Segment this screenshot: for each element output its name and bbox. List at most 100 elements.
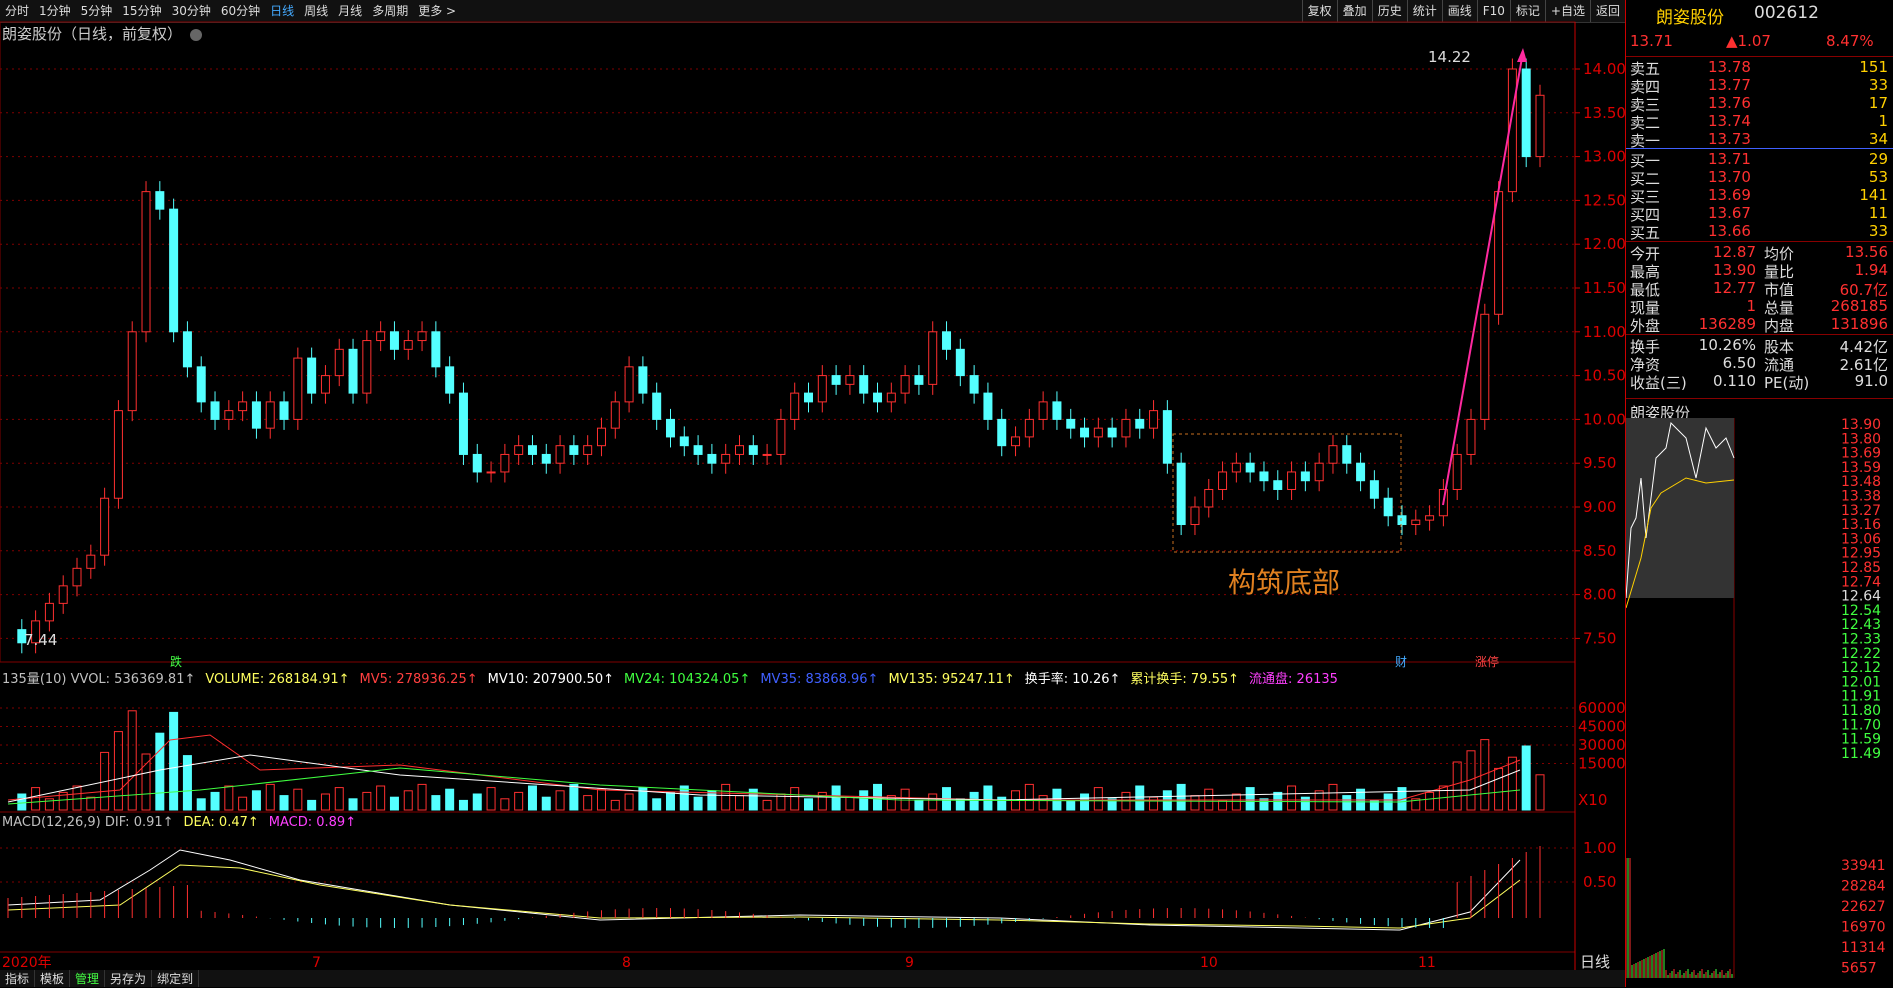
candle-body — [859, 375, 869, 394]
volume-bar — [389, 796, 399, 811]
candle-body — [376, 331, 386, 342]
stat-label: 内盘 — [1764, 317, 1795, 335]
stock-code: 002612 — [1754, 3, 1819, 23]
volume-bar — [804, 798, 814, 811]
candle-body — [734, 445, 744, 455]
volume-tick: 30000 — [1578, 736, 1625, 754]
candle-body — [914, 375, 924, 385]
candle-body — [1342, 445, 1352, 464]
volume-bar — [596, 788, 606, 811]
candle-body — [58, 585, 68, 604]
stat-value: 91.0 — [1854, 372, 1888, 390]
bottom-tabs: 指标 模板 管理 另存为 绑定到 — [0, 970, 1625, 987]
volume-bar — [928, 793, 938, 811]
volume-bar — [72, 785, 82, 811]
price-tick: 10.00 — [1583, 410, 1625, 428]
candle-body — [1300, 471, 1310, 482]
candle-body — [362, 340, 372, 394]
bottom-tab[interactable]: 指标 — [0, 970, 36, 987]
ask-volume: 34 — [1868, 130, 1888, 148]
candle-body — [942, 331, 952, 350]
indicator-value: MACD: 0.89↑ — [268, 815, 357, 830]
stat-value: 10.26% — [1698, 336, 1756, 354]
candle-body — [113, 410, 123, 499]
quote-row: 外盘 136289 内盘 131896 — [1626, 315, 1893, 335]
bottom-tab[interactable]: 绑定到 — [152, 970, 200, 987]
candle-body — [1024, 418, 1034, 438]
stat-value: 131896 — [1830, 315, 1888, 333]
candle-body — [583, 445, 593, 455]
candle-body — [928, 331, 938, 385]
price-tick: 7.50 — [1583, 629, 1616, 647]
quote-row: 买二 13.70 53 — [1626, 168, 1893, 188]
volume-bar — [445, 788, 455, 811]
ask-price: 13.76 — [1708, 94, 1751, 112]
candle-body — [831, 375, 841, 385]
volume-bar — [1300, 796, 1310, 811]
intraday-chart[interactable]: 13.9013.8013.6913.5913.4813.3813.2713.16… — [1626, 418, 1893, 988]
candle-body — [127, 331, 137, 412]
volume-bar — [983, 785, 993, 811]
volume-bar — [251, 790, 261, 811]
volume-tick: 45000 — [1578, 718, 1625, 736]
bottom-tab[interactable]: 另存为 — [105, 970, 153, 987]
volume-bar — [141, 753, 151, 811]
period-label: 日线 — [1580, 953, 1610, 970]
quote-row: 最高 13.90 量比 1.94 — [1626, 261, 1893, 281]
bottom-tab[interactable]: 管理 — [70, 970, 106, 987]
stat-value: 268185 — [1830, 297, 1888, 315]
candle-body — [279, 401, 289, 420]
bid-price: 13.67 — [1708, 204, 1751, 222]
volume-bar — [472, 793, 482, 811]
candle-body — [624, 366, 634, 403]
bid-volume: 33 — [1868, 222, 1888, 240]
candle-body — [1287, 471, 1297, 490]
macd-tick: 1.00 — [1583, 839, 1616, 857]
volume-bar — [486, 787, 496, 811]
candle-body — [886, 392, 896, 403]
price-tick: 8.00 — [1583, 586, 1616, 604]
quote-row: 朗姿股份 002612 — [1626, 3, 1893, 28]
candle-body — [707, 453, 717, 464]
candle-body — [72, 567, 82, 587]
volume-bar — [224, 785, 234, 811]
candle-body — [1176, 462, 1186, 526]
bid-volume: 29 — [1868, 150, 1888, 168]
bottom-tab[interactable]: 模板 — [35, 970, 71, 987]
quote-row: 换手 10.26% 股本 4.42亿 — [1626, 336, 1893, 356]
intraday-vol-tick: 11314 — [1841, 940, 1886, 956]
volume-bar — [541, 796, 551, 811]
bid-volume: 53 — [1868, 168, 1888, 186]
intraday-vol-tick: 22627 — [1841, 899, 1886, 915]
volume-bar — [1024, 783, 1034, 811]
indicator-value: MV10: 207900.50↑ — [487, 672, 614, 687]
candle-body — [1190, 506, 1200, 526]
price-tick: 11.50 — [1583, 279, 1625, 297]
candle-body — [1397, 515, 1407, 526]
ask-volume: 33 — [1868, 76, 1888, 94]
volume-bar — [334, 787, 344, 811]
bid-volume: 11 — [1868, 204, 1888, 222]
candle-body — [431, 331, 441, 368]
stat-value: 6.50 — [1722, 354, 1756, 372]
mv10-line — [7, 754, 1521, 803]
candle-body — [1162, 410, 1172, 464]
bid-label: 买五 — [1630, 224, 1661, 242]
candle-body — [1466, 418, 1476, 455]
indicator-value: 累计换手: 79.55↑ — [1130, 672, 1240, 687]
candle-body — [472, 453, 482, 473]
ask-price: 13.74 — [1708, 112, 1751, 130]
stat-value: 1.94 — [1854, 261, 1888, 279]
quote-row: 买五 13.66 33 — [1626, 222, 1893, 242]
volume-bar — [1425, 791, 1435, 811]
candle-body — [1135, 418, 1145, 429]
candle-body — [320, 375, 330, 394]
volume-bar — [1452, 761, 1462, 811]
candle-body — [983, 392, 993, 420]
bid-volume: 141 — [1859, 186, 1888, 204]
price-pct: 8.47% — [1826, 32, 1874, 50]
candle-body — [293, 357, 303, 420]
candle-body — [527, 445, 537, 455]
quote-row: 卖二 13.74 1 — [1626, 112, 1893, 132]
volume-bar — [693, 796, 703, 811]
